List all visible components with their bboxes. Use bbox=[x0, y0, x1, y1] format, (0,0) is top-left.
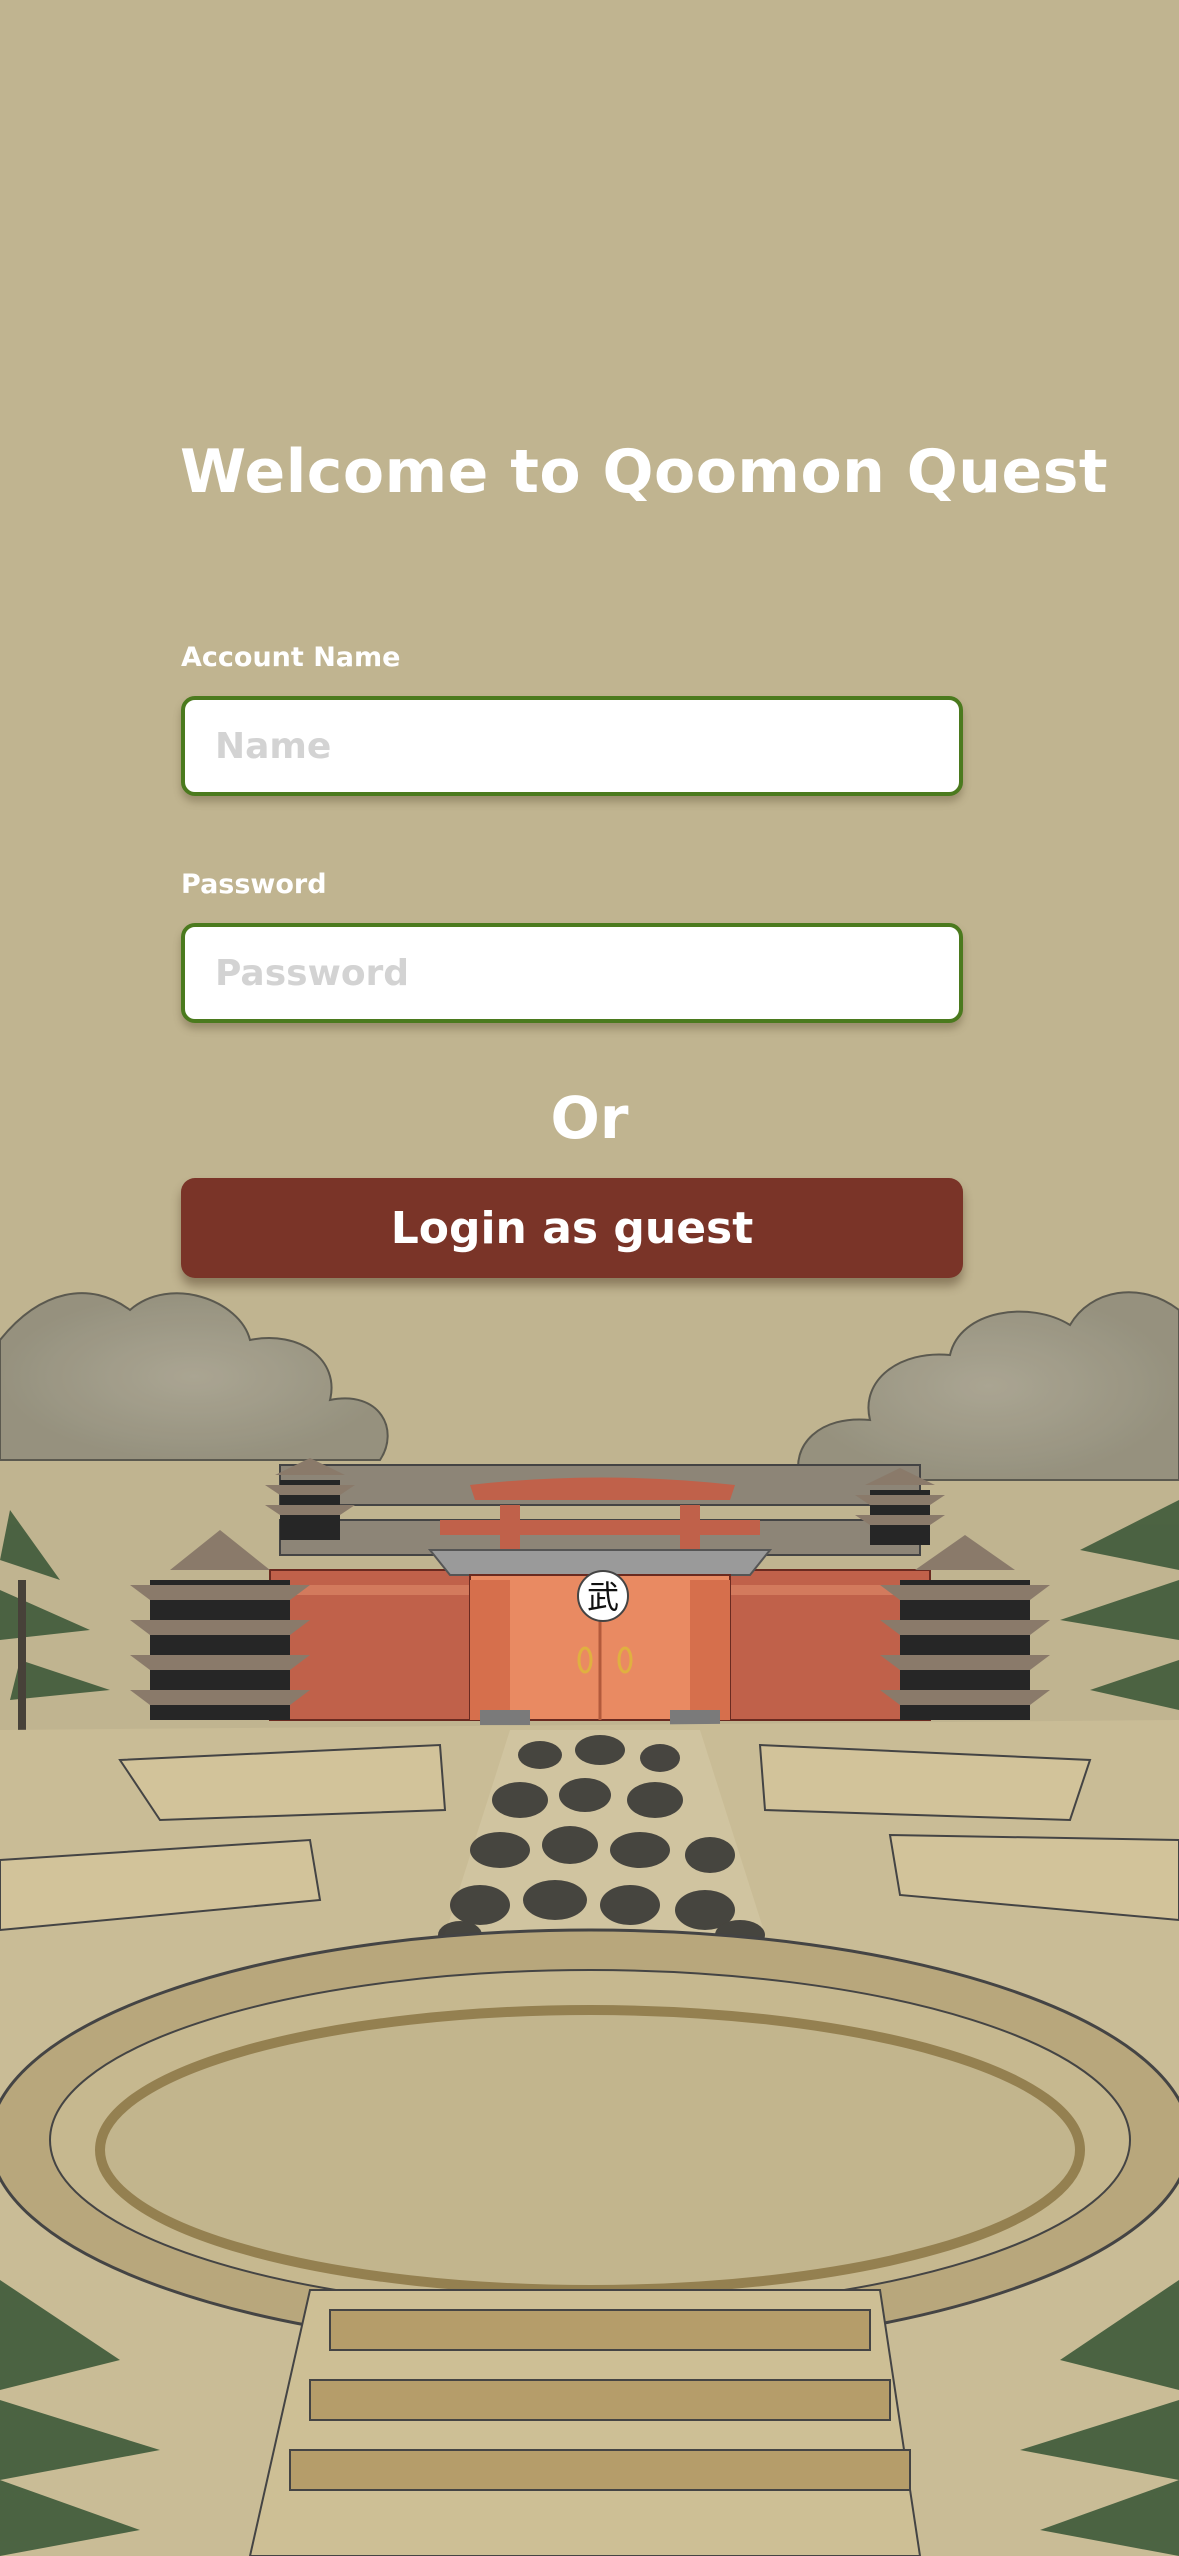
account-name-label: Account Name bbox=[181, 642, 401, 673]
password-field-wrapper bbox=[181, 923, 963, 1023]
left-pine-tree bbox=[0, 1510, 110, 1760]
temple-courtyard-illustration: 武 bbox=[0, 1291, 1179, 2556]
login-as-guest-button[interactable]: Login as guest bbox=[181, 1178, 963, 1278]
left-pagoda bbox=[130, 1530, 310, 1720]
right-pagoda bbox=[880, 1535, 1050, 1720]
account-name-field-wrapper bbox=[181, 696, 963, 796]
page-title: Welcome to Qoomon Quest bbox=[180, 437, 1109, 507]
or-divider: Or bbox=[550, 1084, 629, 1152]
right-cloud bbox=[797, 1291, 1179, 1481]
gate-emblem-symbol: 武 bbox=[587, 1578, 619, 1616]
password-label: Password bbox=[181, 869, 327, 900]
front-steps bbox=[248, 2289, 922, 2556]
account-name-input[interactable] bbox=[185, 700, 959, 792]
right-pine-tree bbox=[1060, 1500, 1179, 1710]
arena-ring bbox=[0, 1928, 1179, 2352]
password-input[interactable] bbox=[185, 927, 959, 1019]
left-cloud bbox=[0, 1292, 389, 1461]
central-gate: 武 bbox=[427, 1549, 773, 1725]
